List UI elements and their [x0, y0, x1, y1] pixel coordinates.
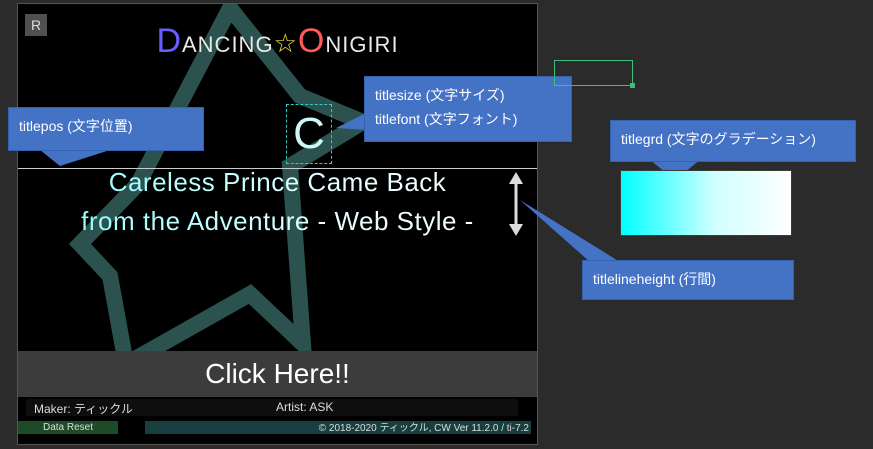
data-reset-button[interactable]: Data Reset	[18, 421, 118, 434]
selection-handle[interactable]	[630, 83, 635, 88]
logo-letter-o: O	[297, 22, 326, 60]
logo-star-icon: ☆	[273, 28, 298, 58]
version-text[interactable]: © 2018-2020 ティックル, CW Ver 11.2.0 / ti-7.…	[319, 419, 529, 434]
title-letter-sample: C	[286, 104, 332, 164]
gradient-sample	[620, 170, 792, 236]
artist-credit[interactable]: Artist: ASK	[276, 400, 333, 414]
click-here-button[interactable]: Click Here!!	[18, 351, 537, 397]
game-logo: DANCING☆ONIGIRI	[18, 22, 537, 61]
callout-titlelineheight: titlelineheight (行間)	[582, 260, 794, 300]
logo-letter-d: D	[156, 22, 182, 60]
callout-titlesize-font: titlesize (文字サイズ) titlefont (文字フォント)	[364, 76, 572, 142]
logo-nigiri: NIGIRI	[325, 32, 399, 57]
credits-bar: Maker: ティックル Artist: ASK	[26, 399, 518, 416]
music-title-line1: Careless Prince Came Back	[18, 167, 537, 198]
game-screen: R DANCING☆ONIGIRI C Careless Prince Came…	[18, 4, 537, 444]
music-title-line2: from the Adventure - Web Style -	[18, 206, 537, 237]
maker-credit[interactable]: Maker: ティックル	[34, 400, 133, 417]
callout-titlepos-text: titlepos (文字位置)	[19, 118, 133, 134]
callout-titlefont-text: titlefont (文字フォント)	[375, 111, 518, 127]
callout-titlesize-text: titlesize (文字サイズ)	[375, 87, 505, 103]
callout-titlegrd: titlegrd (文字のグラデーション)	[610, 120, 856, 162]
callout-titlepos: titlepos (文字位置)	[8, 107, 204, 151]
logo-ancing: ANCING	[182, 32, 274, 57]
selection-rectangle	[554, 60, 633, 86]
callout-titlelineheight-text: titlelineheight (行間)	[593, 271, 716, 287]
callout-titlegrd-text: titlegrd (文字のグラデーション)	[621, 131, 816, 147]
